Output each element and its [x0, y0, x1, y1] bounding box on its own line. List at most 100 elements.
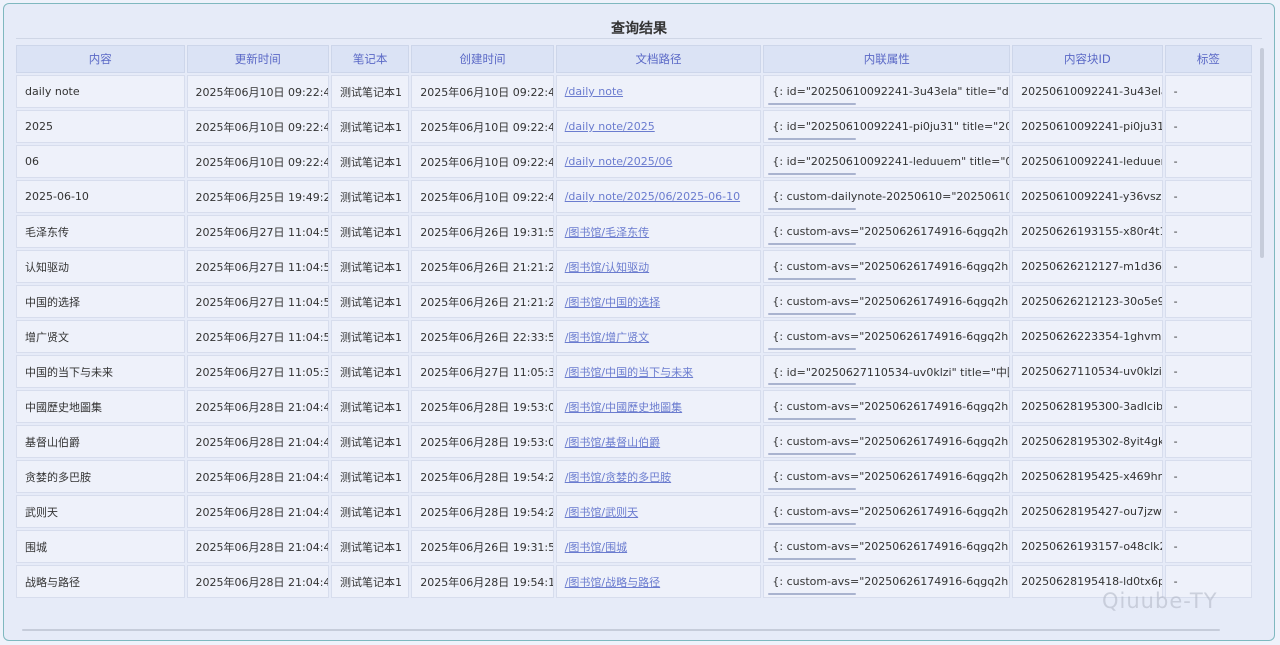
cell-path: /图书馆/贪婪的多巴胺 — [555, 460, 762, 493]
doc-path-link[interactable]: /daily note/2025/06 — [565, 155, 673, 168]
cell-scrollbar[interactable] — [768, 383, 857, 385]
cell-created: 2025年06月10日 09:22:41 — [411, 145, 554, 178]
results-table-container[interactable]: 内容 更新时间 笔记本 创建时间 文档路径 内联属性 内容块ID 标签 dail… — [16, 45, 1256, 625]
cell-scrollbar[interactable] — [768, 313, 857, 315]
cell-inline-attrs: {: custom-avs="20250626174916-6qgq2hb" i… — [763, 530, 1011, 563]
doc-path-link[interactable]: /图书馆/认知驱动 — [565, 261, 649, 274]
column-header-notebook[interactable]: 笔记本 — [331, 45, 410, 73]
cell-created: 2025年06月26日 21:21:23 — [411, 285, 554, 318]
cell-content: 中國歷史地圖集 — [16, 390, 185, 423]
column-header-block-id[interactable]: 内容块ID — [1012, 45, 1163, 73]
column-header-updated[interactable]: 更新时间 — [186, 45, 329, 73]
cell-content: 认知驱动 — [16, 250, 185, 283]
cell-updated: 2025年06月25日 19:49:29 — [186, 180, 329, 213]
vertical-scrollbar[interactable] — [1260, 48, 1264, 258]
inline-attrs-text: {: id="20250610092241-3u43ela" title="da… — [772, 85, 1009, 98]
query-results-panel: 查询结果 内容 更新时间 笔记本 创建时间 文档路径 内联属性 内容块ID 标签 — [3, 3, 1275, 641]
doc-path-link[interactable]: /图书馆/贪婪的多巴胺 — [565, 471, 671, 484]
horizontal-scrollbar[interactable] — [22, 629, 1220, 631]
cell-tags: - — [1164, 320, 1252, 353]
cell-tags: - — [1164, 75, 1252, 108]
inline-attrs-text: {: id="20250610092241-pi0ju31" title="20… — [772, 120, 1009, 133]
cell-notebook: 测试笔记本1 — [331, 390, 410, 423]
cell-scrollbar[interactable] — [768, 208, 857, 210]
table-row[interactable]: 中国的选择 2025年06月27日 11:04:55 测试笔记本1 2025年06月2… — [16, 285, 1252, 318]
cell-scrollbar[interactable] — [768, 243, 857, 245]
column-header-inline-attrs[interactable]: 内联属性 — [763, 45, 1011, 73]
table-row[interactable]: 基督山伯爵 2025年06月28日 21:04:44 测试笔记本1 2025年06月2… — [16, 425, 1252, 458]
table-row[interactable]: 增广贤文 2025年06月27日 11:04:55 测试笔记本1 2025年06月26… — [16, 320, 1252, 353]
doc-path-link[interactable]: /图书馆/中國歷史地圖集 — [565, 401, 682, 414]
cell-tags: - — [1164, 460, 1252, 493]
cell-scrollbar[interactable] — [768, 138, 857, 140]
doc-path-link[interactable]: /图书馆/武则天 — [565, 506, 638, 519]
cell-inline-attrs: {: custom-avs="20250626174916-6qgq2hb" i… — [763, 320, 1011, 353]
doc-path-link[interactable]: /图书馆/中国的当下与未来 — [565, 366, 693, 379]
cell-notebook: 测试笔记本1 — [331, 565, 410, 598]
doc-path-link[interactable]: /图书馆/基督山伯爵 — [565, 436, 660, 449]
cell-block-id: 20250628195427-ou7jzw4 — [1012, 495, 1163, 528]
doc-path-link[interactable]: /图书馆/战略与路径 — [565, 576, 660, 589]
cell-updated: 2025年06月28日 21:04:43 — [186, 390, 329, 423]
cell-block-id: 20250628195302-8yit4gk — [1012, 425, 1163, 458]
cell-inline-attrs: {: id="20250627110534-uv0klzi" title="中国… — [763, 355, 1011, 388]
cell-scrollbar[interactable] — [768, 593, 857, 595]
cell-notebook: 测试笔记本1 — [331, 530, 410, 563]
inline-attrs-text: {: custom-avs="20250626174916-6qgq2hb" i… — [772, 330, 1011, 343]
cell-content: 2025 — [16, 110, 185, 143]
cell-scrollbar[interactable] — [768, 523, 857, 525]
cell-content: 基督山伯爵 — [16, 425, 185, 458]
column-header-tags[interactable]: 标签 — [1164, 45, 1252, 73]
table-row[interactable]: 2025 2025年06月10日 09:22:41 测试笔记本1 2025年06月10… — [16, 110, 1252, 143]
cell-inline-attrs: {: custom-avs="20250626174916-6qgq2hb" i… — [763, 250, 1011, 283]
cell-created: 2025年06月26日 22:33:54 — [411, 320, 554, 353]
column-header-path[interactable]: 文档路径 — [555, 45, 762, 73]
cell-tags: - — [1164, 215, 1252, 248]
cell-scrollbar[interactable] — [768, 418, 857, 420]
cell-notebook: 测试笔记本1 — [331, 320, 410, 353]
table-row[interactable]: 2025-06-10 2025年06月25日 19:49:29 测试笔记本1 2025… — [16, 180, 1252, 213]
doc-path-link[interactable]: /图书馆/围城 — [565, 541, 627, 554]
results-table: 内容 更新时间 笔记本 创建时间 文档路径 内联属性 内容块ID 标签 dail… — [16, 45, 1254, 600]
cell-scrollbar[interactable] — [768, 558, 857, 560]
doc-path-link[interactable]: /图书馆/毛泽东传 — [565, 226, 649, 239]
doc-path-link[interactable]: /daily note/2025 — [565, 120, 655, 133]
cell-scrollbar[interactable] — [768, 173, 857, 175]
cell-scrollbar[interactable] — [768, 453, 857, 455]
table-row[interactable]: 认知驱动 2025年06月27日 11:04:55 测试笔记本1 2025年06月26… — [16, 250, 1252, 283]
doc-path-link[interactable]: /图书馆/中国的选择 — [565, 296, 660, 309]
cell-block-id: 20250626193157-o48clk2 — [1012, 530, 1163, 563]
cell-notebook: 测试笔记本1 — [331, 460, 410, 493]
cell-notebook: 测试笔记本1 — [331, 110, 410, 143]
cell-scrollbar[interactable] — [768, 488, 857, 490]
doc-path-link[interactable]: /图书馆/增广贤文 — [565, 331, 649, 344]
column-header-content[interactable]: 内容 — [16, 45, 185, 73]
cell-inline-attrs: {: custom-avs="20250626174916-6qgq2hb" i… — [763, 425, 1011, 458]
cell-block-id: 20250610092241-y36vszu — [1012, 180, 1163, 213]
table-row[interactable]: 武则天 2025年06月28日 21:04:45 测试笔记本1 2025年06月28日… — [16, 495, 1252, 528]
inline-attrs-text: {: custom-avs="20250626174916-6qgq2hb" i… — [772, 435, 1011, 448]
cell-created: 2025年06月26日 21:21:27 — [411, 250, 554, 283]
table-row[interactable]: 中國歷史地圖集 2025年06月28日 21:04:43 测试笔记本1 2025年06… — [16, 390, 1252, 423]
column-header-created[interactable]: 创建时间 — [411, 45, 554, 73]
doc-path-link[interactable]: /daily note/2025/06/2025-06-10 — [565, 190, 740, 203]
table-row[interactable]: daily note 2025年06月10日 09:22:41 测试笔记本1 2025… — [16, 75, 1252, 108]
table-row[interactable]: 06 2025年06月10日 09:22:41 测试笔记本1 2025年06月10日 … — [16, 145, 1252, 178]
table-row[interactable]: 围城 2025年06月28日 21:04:45 测试笔记本1 2025年06月26日 … — [16, 530, 1252, 563]
cell-block-id: 20250626212123-30o5e9v — [1012, 285, 1163, 318]
cell-scrollbar[interactable] — [768, 278, 857, 280]
table-row[interactable]: 战略与路径 2025年06月28日 21:04:45 测试笔记本1 2025年06月2… — [16, 565, 1252, 598]
inline-attrs-text: {: custom-avs="20250626174916-6qgq2hb" i… — [772, 295, 1011, 308]
table-row[interactable]: 中国的当下与未来 2025年06月27日 11:05:35 测试笔记本1 2025年0… — [16, 355, 1252, 388]
cell-block-id: 20250626193155-x80r4t1 — [1012, 215, 1163, 248]
table-row[interactable]: 贪婪的多巴胺 2025年06月28日 21:04:44 测试笔记本1 2025年06月… — [16, 460, 1252, 493]
cell-created: 2025年06月10日 09:22:41 — [411, 180, 554, 213]
table-row[interactable]: 毛泽东传 2025年06月27日 11:04:55 测试笔记本1 2025年06月26… — [16, 215, 1252, 248]
cell-created: 2025年06月28日 19:54:18 — [411, 565, 554, 598]
doc-path-link[interactable]: /daily note — [565, 85, 623, 98]
cell-inline-attrs: {: id="20250610092241-pi0ju31" title="20… — [763, 110, 1011, 143]
cell-notebook: 测试笔记本1 — [331, 285, 410, 318]
cell-scrollbar[interactable] — [768, 348, 857, 350]
cell-tags: - — [1164, 110, 1252, 143]
cell-scrollbar[interactable] — [768, 103, 857, 105]
